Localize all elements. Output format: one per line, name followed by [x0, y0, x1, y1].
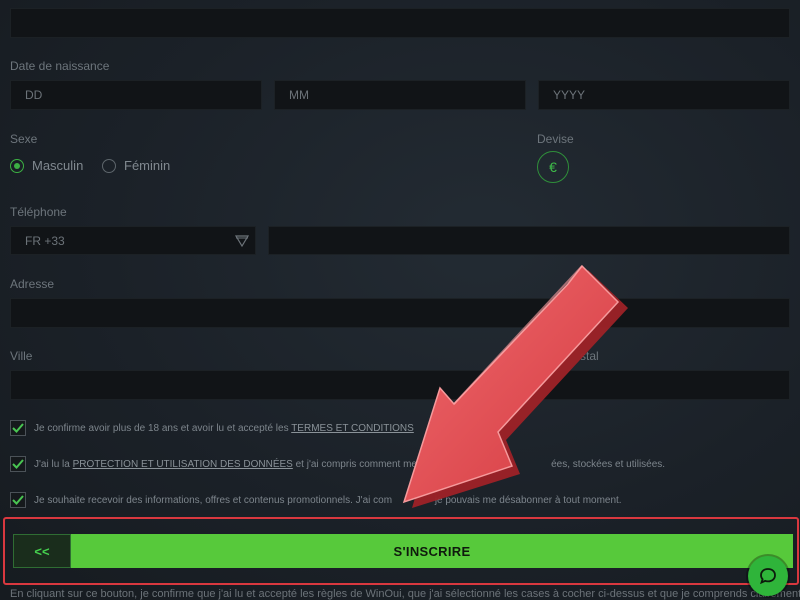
- dob-day-placeholder: DD: [25, 88, 43, 102]
- consent-text: Je souhaite recevoir des informations, o…: [34, 494, 622, 506]
- checkbox-checked[interactable]: [10, 420, 26, 436]
- checkmark-icon: [12, 495, 24, 505]
- sex-option-female[interactable]: Féminin: [102, 158, 170, 173]
- consent-marketing[interactable]: Je souhaite recevoir des informations, o…: [10, 492, 622, 508]
- postal-code-label: stal: [580, 349, 599, 363]
- terms-link[interactable]: TERMES ET CONDITIONS: [291, 423, 414, 434]
- phone-label: Téléphone: [10, 205, 67, 219]
- radio-unselected-icon: [102, 158, 116, 173]
- address-label: Adresse: [10, 277, 55, 291]
- sex-option-male[interactable]: Masculin: [10, 158, 83, 173]
- radio-selected-icon: [10, 158, 24, 173]
- chat-bubble-icon: [760, 568, 776, 585]
- phone-code-value: FR +33: [25, 233, 65, 248]
- previous-field[interactable]: [10, 8, 790, 38]
- checkmark-icon: [12, 459, 24, 469]
- back-button[interactable]: <<: [13, 534, 71, 568]
- address-input[interactable]: [10, 298, 790, 328]
- checkbox-checked[interactable]: [10, 492, 26, 508]
- city-input[interactable]: [10, 370, 790, 400]
- signup-button[interactable]: S'INSCRIRE: [71, 534, 793, 568]
- sex-label: Sexe: [10, 132, 38, 146]
- sex-option-label: Féminin: [124, 158, 171, 173]
- dob-label: Date de naissance: [10, 59, 110, 73]
- phone-code-select[interactable]: FR +33: [10, 226, 256, 255]
- dob-month-placeholder: MM: [289, 88, 309, 102]
- consent-data-protection[interactable]: J'ai lu la PROTECTION ET UTILISATION DES…: [10, 456, 665, 472]
- currency-euro-button[interactable]: €: [537, 151, 569, 183]
- currency-label: Devise: [537, 132, 574, 146]
- city-label: Ville: [10, 349, 33, 363]
- dob-year-input[interactable]: YYYY: [538, 80, 790, 110]
- chat-button[interactable]: [748, 556, 788, 596]
- dob-day-input[interactable]: DD: [10, 80, 262, 110]
- sex-option-label: Masculin: [32, 158, 84, 173]
- checkbox-checked[interactable]: [10, 456, 26, 472]
- caret-down-icon: [235, 234, 249, 247]
- consent-terms[interactable]: Je confirme avoir plus de 18 ans et avoi…: [10, 420, 414, 436]
- dob-year-placeholder: YYYY: [553, 88, 586, 102]
- dob-month-input[interactable]: MM: [274, 80, 526, 110]
- consent-text: Je confirme avoir plus de 18 ans et avoi…: [34, 422, 414, 434]
- legal-footer-text: En cliquant sur ce bouton, je confirme q…: [10, 588, 800, 600]
- signup-highlight-box: << S'INSCRIRE: [3, 517, 799, 585]
- checkmark-icon: [12, 423, 24, 433]
- consent-text: J'ai lu la PROTECTION ET UTILISATION DES…: [34, 458, 666, 470]
- data-protection-link[interactable]: PROTECTION ET UTILISATION DES DONNÉES: [73, 459, 293, 470]
- phone-number-input[interactable]: [268, 226, 790, 255]
- euro-icon: €: [549, 159, 557, 175]
